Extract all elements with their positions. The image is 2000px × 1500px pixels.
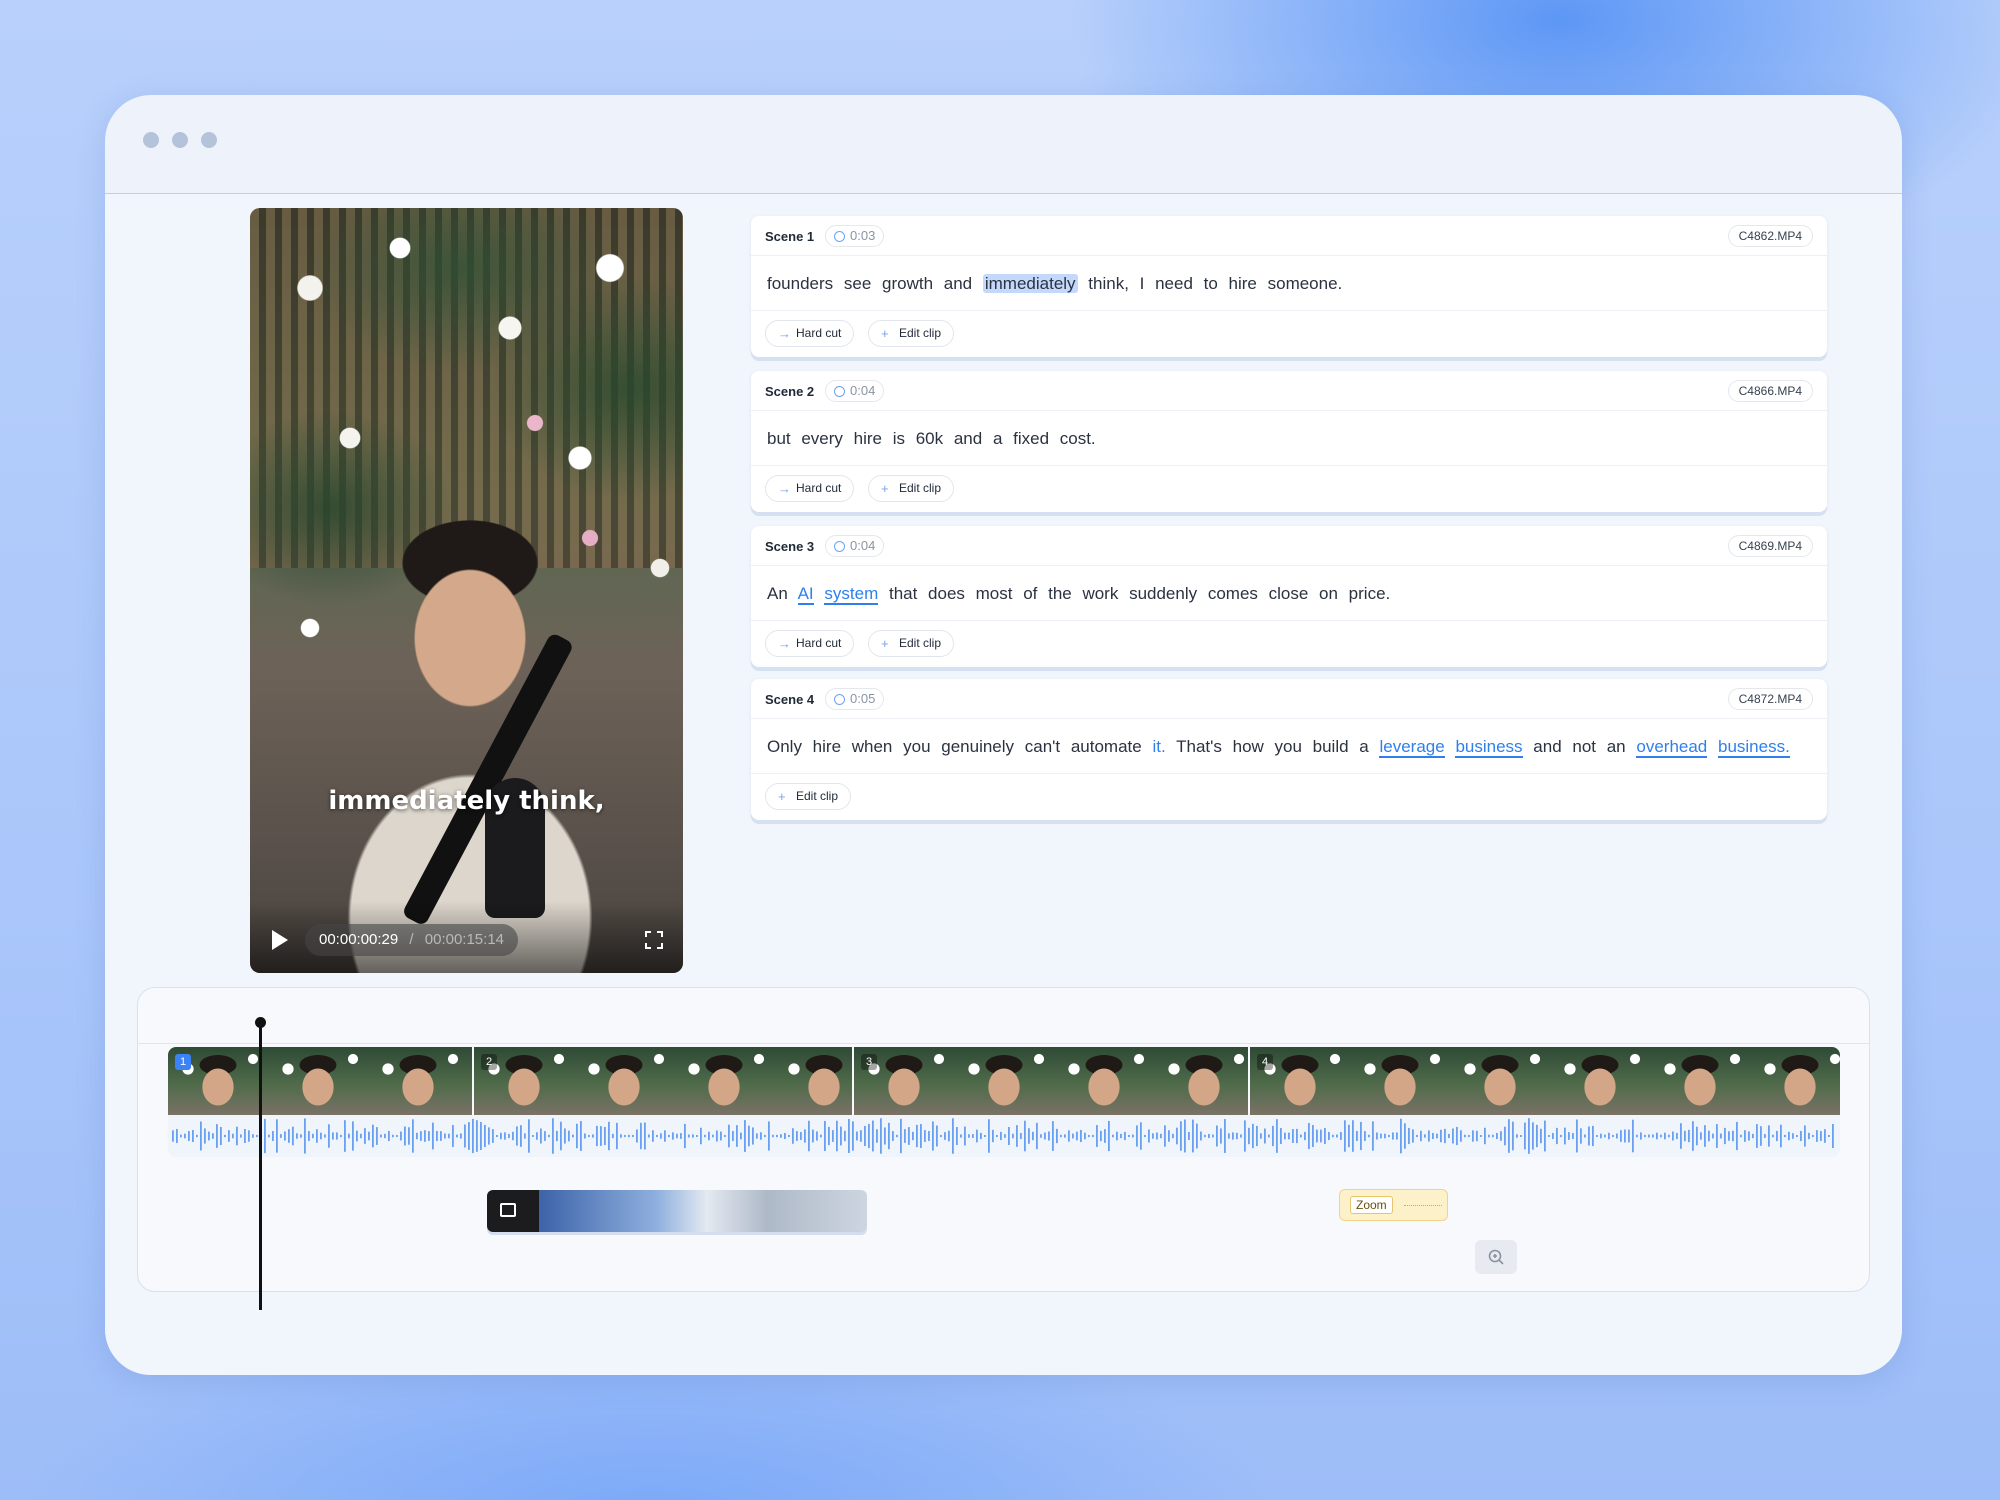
b-roll-icon <box>500 1203 516 1217</box>
scene-header: Scene 1 0:03 C4862.MP4 <box>751 216 1827 256</box>
total-time: 00:00:15:14 <box>424 931 505 948</box>
transcript-text: founders see growth and <box>767 274 973 293</box>
transcript-text: and not an <box>1533 737 1626 756</box>
hard-cut-button[interactable]: → Hard cut <box>765 320 855 347</box>
zoom-duration-line <box>1404 1205 1442 1206</box>
chip-label: Hard cut <box>796 636 842 650</box>
chip-label: Edit clip <box>899 636 942 650</box>
video-caption: immediately think, <box>328 786 605 816</box>
scene-title: Scene 1 <box>765 229 815 244</box>
chip-label: Hard cut <box>796 481 842 495</box>
play-icon[interactable] <box>272 930 288 950</box>
chip-label: Edit clip <box>899 326 942 340</box>
scene-actions: → Hard cut + Edit clip <box>751 466 1827 512</box>
scene-duration: 0:04 <box>825 535 885 557</box>
scene-transcript[interactable]: Only hire when you genuinely can't autom… <box>751 719 1827 774</box>
scene-transcript[interactable]: founders see growth and immediately thin… <box>751 256 1827 311</box>
scene-file: C4862.MP4 <box>1727 225 1813 247</box>
scene-file: C4872.MP4 <box>1727 688 1813 710</box>
keyword[interactable]: it. <box>1152 737 1165 756</box>
scene-card-3[interactable]: Scene 3 0:04 C4869.MP4 An AI system that… <box>751 526 1827 667</box>
fullscreen-icon[interactable] <box>645 931 663 949</box>
timeline-clip-2[interactable]: 2 <box>474 1047 854 1115</box>
hard-cut-button[interactable]: → Hard cut <box>765 630 855 657</box>
scene-duration: 0:03 <box>825 225 885 247</box>
timeline-ruler <box>138 1043 1869 1044</box>
arrow-right-icon: → <box>778 636 791 651</box>
transcript-text: Only hire when you genuinely can't autom… <box>767 737 1142 756</box>
timeline-clip-1[interactable]: 1 <box>168 1047 474 1115</box>
scene-card-1[interactable]: Scene 1 0:03 C4862.MP4 founders see grow… <box>751 216 1827 357</box>
scene-actions: + Edit clip <box>751 774 1827 820</box>
zoom-in-button[interactable] <box>1475 1240 1517 1274</box>
scene-duration: 0:04 <box>825 380 885 402</box>
scene-duration: 0:05 <box>825 688 885 710</box>
scene-card-2[interactable]: Scene 2 0:04 C4866.MP4 but every hire is… <box>751 371 1827 512</box>
zoom-in-icon <box>1488 1249 1504 1265</box>
b-roll-clip[interactable] <box>487 1190 867 1232</box>
timeline-clip-3[interactable]: 3 <box>854 1047 1250 1115</box>
edit-clip-button[interactable]: + Edit clip <box>765 783 852 810</box>
clip-number: 2 <box>481 1054 497 1070</box>
edit-clip-button[interactable]: + Edit clip <box>868 630 955 657</box>
hard-cut-button[interactable]: → Hard cut <box>765 475 855 502</box>
scene-actions: → Hard cut + Edit clip <box>751 621 1827 667</box>
edit-clip-button[interactable]: + Edit clip <box>868 475 955 502</box>
window-dot-3[interactable] <box>201 132 217 148</box>
transcript-text: that does most of the work suddenly come… <box>888 584 1391 603</box>
transcript-text: think, I need to hire someone. <box>1088 274 1343 293</box>
video-preview[interactable]: immediately think, 00:00:00:29 / 00:00:1… <box>250 208 683 973</box>
chip-label: Hard cut <box>796 326 842 340</box>
clip-number: 3 <box>861 1054 877 1070</box>
plus-icon: + <box>881 481 889 496</box>
clip-number: 4 <box>1257 1054 1273 1070</box>
scene-header: Scene 4 0:05 C4872.MP4 <box>751 679 1827 719</box>
window-dot-1[interactable] <box>143 132 159 148</box>
scene-file: C4869.MP4 <box>1727 535 1813 557</box>
window-dot-2[interactable] <box>172 132 188 148</box>
time-separator: / <box>409 931 414 948</box>
video-track: 1 2 3 4 <box>168 1047 1840 1157</box>
keyword[interactable]: overhead <box>1636 737 1708 758</box>
arrow-right-icon: → <box>778 326 791 341</box>
edit-clip-button[interactable]: + Edit clip <box>868 320 955 347</box>
video-controls: 00:00:00:29 / 00:00:15:14 <box>250 901 683 973</box>
keyword[interactable]: business <box>1455 737 1523 758</box>
chip-label: Edit clip <box>796 789 839 803</box>
keyword[interactable]: business. <box>1718 737 1790 758</box>
zoom-label: Zoom <box>1350 1196 1393 1214</box>
plus-icon: + <box>778 789 786 804</box>
plus-icon: + <box>881 326 889 341</box>
scene-header: Scene 2 0:04 C4866.MP4 <box>751 371 1827 411</box>
keyword[interactable]: leverage <box>1379 737 1445 758</box>
transcript-text: That's how you build a <box>1176 737 1369 756</box>
clip-number: 1 <box>175 1054 191 1070</box>
scene-actions: → Hard cut + Edit clip <box>751 311 1827 357</box>
title-bar <box>105 95 1902 194</box>
transcript-text: but every hire is 60k and a fixed cost. <box>767 429 1096 448</box>
scene-header: Scene 3 0:04 C4869.MP4 <box>751 526 1827 566</box>
playhead[interactable] <box>259 1022 262 1310</box>
chip-label: Edit clip <box>899 481 942 495</box>
scene-transcript[interactable]: but every hire is 60k and a fixed cost. <box>751 411 1827 466</box>
arrow-right-icon: → <box>778 481 791 496</box>
plus-icon: + <box>881 636 889 651</box>
audio-waveform[interactable] <box>168 1115 1840 1157</box>
video-timecode: 00:00:00:29 / 00:00:15:14 <box>305 924 519 956</box>
keyword[interactable]: system <box>824 584 879 605</box>
scene-title: Scene 3 <box>765 539 815 554</box>
zoom-effect[interactable]: Zoom <box>1339 1189 1448 1221</box>
scene-title: Scene 2 <box>765 384 815 399</box>
scene-transcript[interactable]: An AI system that does most of the work … <box>751 566 1827 621</box>
scene-card-4[interactable]: Scene 4 0:05 C4872.MP4 Only hire when yo… <box>751 679 1827 820</box>
highlighted-word[interactable]: immediately <box>982 274 1078 293</box>
scene-file: C4866.MP4 <box>1727 380 1813 402</box>
transcript-text: An <box>767 584 788 603</box>
timeline-clip-4[interactable]: 4 <box>1250 1047 1840 1115</box>
keyword[interactable]: AI <box>797 584 814 605</box>
scene-title: Scene 4 <box>765 692 815 707</box>
current-time: 00:00:00:29 <box>319 931 399 948</box>
